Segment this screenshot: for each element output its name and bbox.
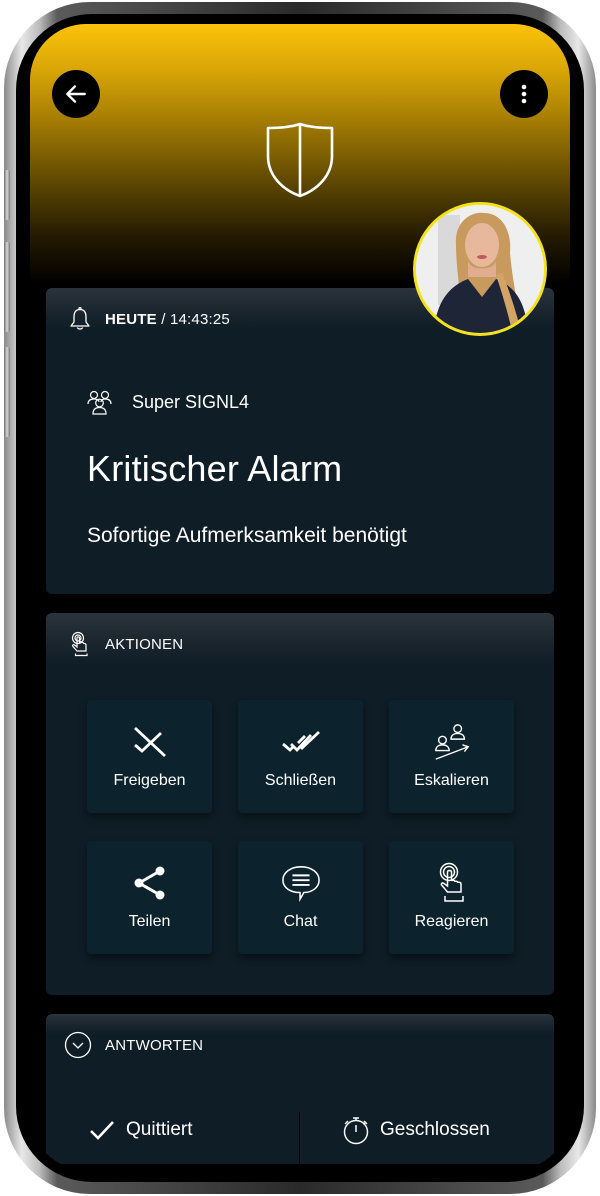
- alarm-subtitle: Sofortige Aufmerksamkeit benötigt: [87, 524, 407, 547]
- closed-button[interactable]: Geschlossen: [342, 1102, 490, 1158]
- team-icon: [86, 388, 114, 416]
- touch-icon: [68, 631, 92, 657]
- team-row: Super SIGNL4: [86, 388, 249, 416]
- stopwatch-icon: [342, 1116, 370, 1145]
- answers-title: ANTWORTEN: [105, 1036, 204, 1054]
- action-close-button[interactable]: Schließen: [238, 700, 363, 813]
- answer-label: Quittiert: [126, 1119, 193, 1140]
- answers-divider: [299, 1112, 300, 1164]
- actions-title: AKTIONEN: [105, 635, 184, 653]
- back-button[interactable]: [52, 70, 100, 118]
- bell-icon: [68, 307, 92, 331]
- action-release-button[interactable]: Freigeben: [87, 700, 212, 813]
- side-button-volume-down: [4, 347, 10, 437]
- action-label: Chat: [283, 913, 318, 930]
- answer-label: Geschlossen: [380, 1119, 490, 1140]
- team-name: Super SIGNL4: [132, 391, 250, 412]
- side-button-mute: [4, 170, 10, 220]
- answers-card: ANTWORTEN Quittiert Geschlossen: [46, 1014, 554, 1164]
- alarm-time: 14:43:25: [169, 310, 230, 328]
- action-label: Eskalieren: [414, 772, 489, 789]
- alarm-time-separator: /: [156, 310, 170, 328]
- actions-card-header: AKTIONEN: [46, 613, 554, 675]
- tap-hand-icon: [432, 862, 472, 903]
- escalate-users-icon: [432, 722, 472, 762]
- more-options-button[interactable]: [500, 70, 548, 118]
- action-label: Freigeben: [113, 772, 186, 789]
- arrow-left-icon: [66, 85, 86, 103]
- chat-bubble-icon: [281, 863, 321, 903]
- double-check-icon: [281, 722, 321, 762]
- checkmark-icon: [88, 1116, 116, 1144]
- avatar-photo: [416, 205, 544, 333]
- shield-icon: [266, 122, 334, 198]
- chevron-circle-down-icon: [64, 1031, 92, 1059]
- side-button-volume-up: [4, 242, 10, 332]
- action-react-button[interactable]: Reagieren: [389, 841, 514, 954]
- action-label: Schließen: [264, 772, 337, 789]
- assignee-avatar[interactable]: [413, 202, 547, 336]
- actions-card: AKTIONEN Freigeben Schließen Eskalieren …: [46, 613, 554, 995]
- share-icon: [130, 863, 170, 903]
- more-vertical-icon: [521, 84, 527, 104]
- acknowledged-button[interactable]: Quittiert: [88, 1102, 193, 1158]
- answers-card-header[interactable]: ANTWORTEN: [46, 1014, 554, 1076]
- app-screen: HEUTE / 14:43:25 Super SIGNL4 Kritischer…: [30, 24, 570, 1170]
- action-label: Reagieren: [414, 913, 489, 930]
- alarm-day-label: HEUTE: [105, 310, 157, 328]
- action-share-button[interactable]: Teilen: [87, 841, 212, 954]
- action-chat-button[interactable]: Chat: [238, 841, 363, 954]
- action-label: Teilen: [128, 913, 171, 930]
- action-escalate-button[interactable]: Eskalieren: [389, 700, 514, 813]
- alarm-title: Kritischer Alarm: [87, 448, 343, 489]
- check-crossed-icon: [130, 722, 170, 762]
